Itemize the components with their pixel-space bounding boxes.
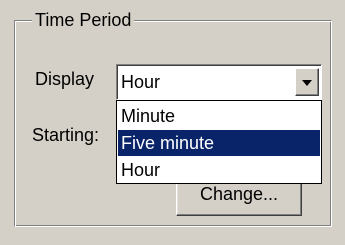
chevron-down-icon — [302, 80, 312, 86]
groupbox-title: Time Period — [32, 9, 135, 31]
dropdown-option-five-minute[interactable]: Five minute — [118, 130, 320, 156]
dropdown-option-hour[interactable]: Hour — [118, 157, 320, 183]
display-combobox[interactable]: Hour — [116, 64, 322, 100]
starting-label: Starting: — [32, 125, 100, 145]
display-combobox-value: Hour — [121, 72, 161, 92]
display-label: Display — [35, 69, 95, 89]
display-dropdown-list[interactable]: Minute Five minute Hour — [116, 100, 322, 184]
time-period-panel: Time Period Display Hour Starting: Chang… — [0, 0, 345, 245]
dropdown-option-minute[interactable]: Minute — [118, 103, 320, 129]
dropdown-button[interactable] — [295, 68, 319, 96]
